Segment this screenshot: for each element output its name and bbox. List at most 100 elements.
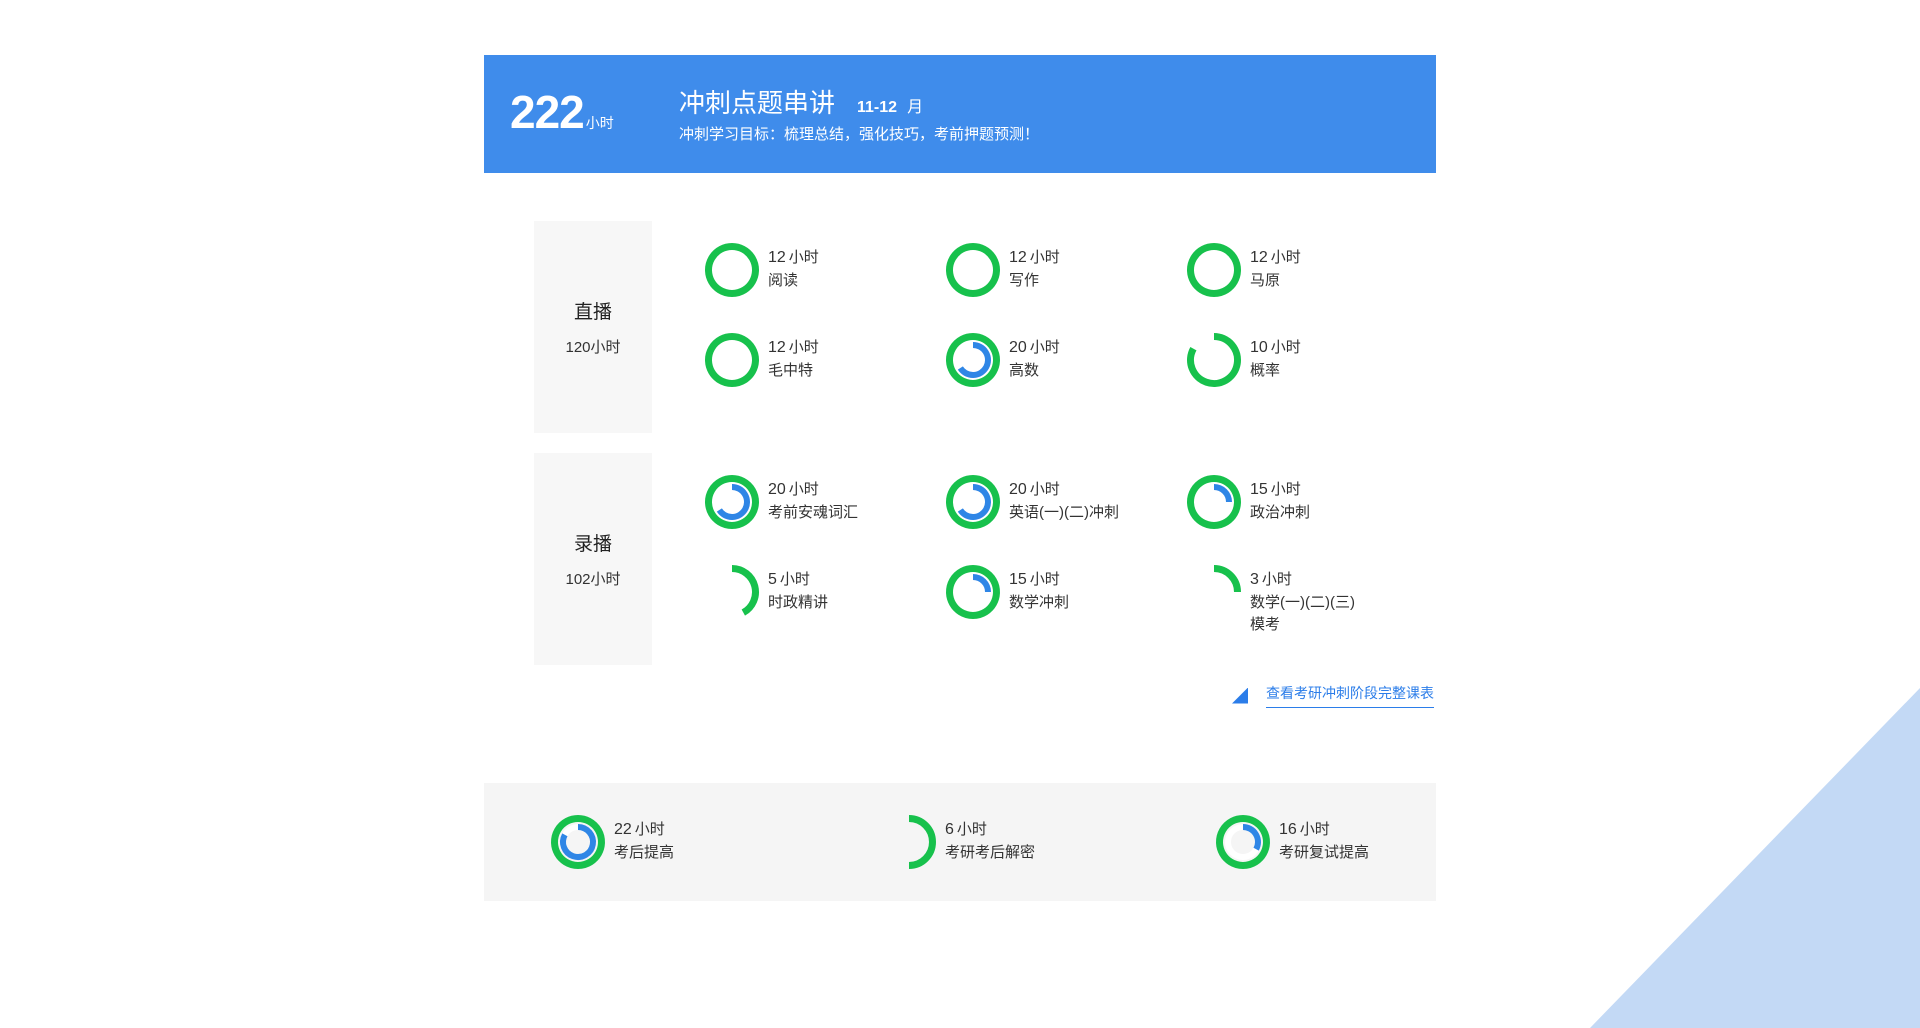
- course-hours-unit: 小时: [1270, 249, 1301, 266]
- full-schedule-link[interactable]: 查看考研冲刺阶段完整课表: [1266, 683, 1434, 708]
- course-hours-number: 16: [1279, 821, 1297, 838]
- course-item-text: 20 小时英语(一)(二)冲刺: [1009, 478, 1119, 524]
- course-hours-unit: 小时: [956, 821, 987, 838]
- course-hours: 6 小时: [945, 818, 1035, 842]
- course-hours-unit: 小时: [1270, 481, 1301, 498]
- stage-month-unit: 月: [907, 99, 924, 116]
- progress-ring-arc: [731, 565, 759, 616]
- course-hours: 12 小时: [768, 336, 819, 360]
- course-item-text: 22 小时 考后提高: [614, 818, 674, 864]
- course-item-text: 12 小时毛中特: [768, 336, 819, 382]
- course-name: 考前安魂词汇: [768, 504, 859, 521]
- course-hours: 12 小时: [1009, 246, 1060, 270]
- progress-ring-icon: [551, 815, 605, 869]
- course-item-text: 15 小时数学冲刺: [1009, 568, 1069, 614]
- course-name: 考研复试提高: [1279, 844, 1370, 861]
- course-item-text: 12 小时 阅读: [768, 246, 819, 292]
- course-hours-unit: 小时: [1299, 821, 1330, 838]
- course-hours-unit: 小时: [788, 481, 819, 498]
- course-item: 6 小时 考研考后解密: [881, 814, 1035, 870]
- course-item-text: 5 小时时政精讲: [768, 568, 828, 614]
- progress-ring-icon: [1187, 333, 1241, 387]
- course-item: 22 小时 考后提高: [550, 814, 674, 870]
- course-name: 马原: [1250, 272, 1281, 289]
- stage-goal: 冲刺学习目标：梳理总结，强化技巧，考前押题预测！: [679, 126, 1040, 143]
- progress-ring-icon: [1216, 815, 1270, 869]
- course-item: 12 小时 阅读: [704, 242, 819, 298]
- course-item-text: 3 小时数学(一)(二)(三)模考: [1250, 568, 1360, 636]
- course-hours-number: 22: [614, 821, 632, 838]
- course-hours-number: 3: [1250, 571, 1259, 588]
- course-name: 写作: [1009, 272, 1040, 289]
- recorded-label: 录播: [573, 534, 612, 555]
- progress-ring-icon: [946, 243, 1000, 297]
- course-name: 毛中特: [768, 362, 814, 379]
- progress-ring-icon: [946, 565, 1000, 619]
- progress-ring-icon: [705, 475, 759, 529]
- progress-ring-arc: [1187, 333, 1241, 387]
- course-item: 15 小时 政治冲刺: [1186, 474, 1310, 530]
- course-hours: 5 小时: [768, 568, 828, 592]
- progress-ring-arc: [1213, 565, 1241, 593]
- course-item: 5 小时时政精讲: [704, 564, 828, 620]
- course-name: 英语(一)(二)冲刺: [1009, 504, 1119, 521]
- course-item-text: 6 小时 考研考后解密: [945, 818, 1035, 864]
- course-hours-number: 20: [768, 481, 786, 498]
- course-hours-unit: 小时: [1029, 571, 1060, 588]
- course-item-text: 10 小时概率: [1250, 336, 1301, 382]
- stage-title: 冲刺点题串讲: [679, 88, 836, 118]
- course-hours: 10 小时: [1250, 336, 1301, 360]
- progress-ring-icon: [1187, 243, 1241, 297]
- course-hours-unit: 小时: [634, 821, 665, 838]
- progress-ring-arc: [1187, 243, 1241, 297]
- progress-ring-icon: [705, 333, 759, 387]
- course-name: 概率: [1250, 362, 1281, 379]
- course-name: 高数: [1009, 362, 1040, 379]
- progress-ring-arc: [705, 243, 759, 297]
- course-hours: 20 小时: [768, 478, 858, 502]
- recorded-section: 录播 102小时 20 小时 考前安魂词汇 20 小时 英语(一)(二)冲刺 15 小时 政治冲…: [534, 453, 1414, 665]
- course-item: 12 小时马原: [1186, 242, 1301, 298]
- total-hours-unit: 小时: [585, 115, 614, 131]
- course-name: 数学(一)(二)(三)模考: [1250, 594, 1355, 633]
- triangle-icon: [1232, 687, 1248, 704]
- course-hours-unit: 小时: [1261, 571, 1292, 588]
- progress-ring-arc: [908, 815, 936, 869]
- recorded-label-box: 录播 102小时: [534, 453, 652, 665]
- course-hours-number: 20: [1009, 339, 1027, 356]
- course-hours-unit: 小时: [1270, 339, 1301, 356]
- course-hours-number: 5: [768, 571, 777, 588]
- course-name: 时政精讲: [768, 594, 829, 611]
- progress-ring-icon: [946, 475, 1000, 529]
- course-hours-number: 15: [1009, 571, 1027, 588]
- course-plan: 222 小时 冲刺点题串讲 11-12 月 冲刺学习目标：梳理总结，强化技巧，考前…: [484, 55, 1436, 901]
- course-item: 3 小时数学(一)(二)(三)模考: [1186, 564, 1360, 636]
- course-item: 20 小时英语(一)(二)冲刺: [945, 474, 1119, 530]
- live-hours: 120小时: [565, 339, 621, 356]
- course-item: 15 小时数学冲刺: [945, 564, 1069, 620]
- progress-ring-inner-arc: [1213, 484, 1232, 503]
- course-hours-number: 12: [768, 249, 786, 266]
- progress-ring-arc: [946, 243, 1000, 297]
- live-section: 直播 120小时 12 小时 阅读 12 小时 写作 12 小时 马原 12 小时 毛中特 20 小时 高数…: [534, 221, 1414, 433]
- live-label: 直播: [573, 302, 612, 323]
- course-item-text: 16 小时考研复试提高: [1279, 818, 1369, 864]
- course-item-text: 20 小时考前安魂词汇: [768, 478, 858, 524]
- course-hours: 12 小时: [1250, 246, 1301, 270]
- progress-ring-arc: [705, 333, 759, 387]
- course-item-text: 12 小时马原: [1250, 246, 1301, 292]
- full-schedule-link-row: 查看考研冲刺阶段完整课表: [1232, 683, 1434, 708]
- progress-ring-icon: [946, 333, 1000, 387]
- course-hours-number: 12: [1009, 249, 1027, 266]
- course-item: 16 小时考研复试提高: [1215, 814, 1369, 870]
- decorative-corner-triangle: [1590, 688, 1920, 1028]
- course-item-text: 20 小时高数: [1009, 336, 1060, 382]
- progress-ring-icon: [908, 815, 936, 869]
- course-hours-unit: 小时: [1029, 339, 1060, 356]
- course-item: 12 小时毛中特: [704, 332, 819, 388]
- course-hours: 20 小时: [1009, 336, 1060, 360]
- course-hours: 15 小时: [1009, 568, 1069, 592]
- course-name: 数学冲刺: [1009, 594, 1070, 611]
- course-hours: 20 小时: [1009, 478, 1119, 502]
- course-hours-number: 20: [1009, 481, 1027, 498]
